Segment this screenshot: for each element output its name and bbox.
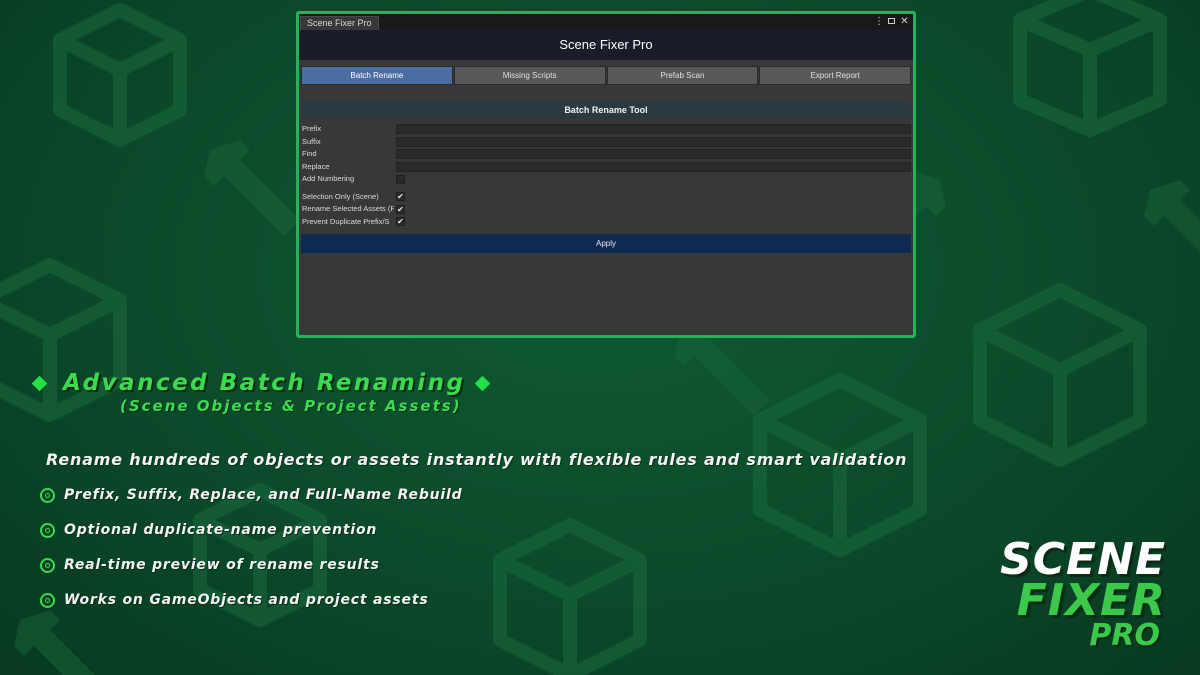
feature-item: Optional duplicate-name prevention bbox=[40, 522, 377, 538]
feature-item: Works on GameObjects and project assets bbox=[40, 592, 428, 608]
maximize-icon[interactable] bbox=[888, 18, 895, 24]
apply-button[interactable]: Apply bbox=[301, 234, 911, 253]
suffix-row: Suffix bbox=[299, 136, 913, 149]
feature-text: Works on GameObjects and project assets bbox=[64, 592, 429, 608]
feature-item: Prefix, Suffix, Replace, and Full-Name R… bbox=[40, 487, 462, 503]
prevent-duplicate-label: Prevent Duplicate Prefix/S bbox=[302, 216, 390, 226]
add-numbering-label: Add Numbering bbox=[302, 174, 355, 183]
suffix-input[interactable] bbox=[396, 136, 911, 147]
target-bullet-icon bbox=[40, 592, 55, 608]
replace-label: Replace bbox=[302, 161, 330, 171]
headline-text: Advanced Batch Renaming bbox=[63, 370, 466, 396]
feature-text: Real-time preview of rename results bbox=[64, 557, 380, 573]
tab-missing-scripts[interactable]: Missing Scripts bbox=[453, 66, 606, 85]
kebab-menu-icon[interactable]: ⋮ bbox=[874, 15, 884, 29]
rename-selected-assets-row: Rename Selected Assets (P ✔ bbox=[299, 203, 913, 216]
feature-text: Prefix, Suffix, Replace, and Full-Name R… bbox=[64, 487, 463, 503]
subheadline: (Scene Objects & Project Assets) bbox=[120, 397, 462, 415]
selection-only-row: Selection Only (Scene) ✔ bbox=[299, 191, 913, 204]
feature-text: Optional duplicate-name prevention bbox=[64, 522, 378, 538]
headline: Advanced Batch Renaming bbox=[31, 370, 491, 396]
suffix-label: Suffix bbox=[302, 136, 321, 146]
target-bullet-icon bbox=[40, 487, 55, 503]
rename-selected-assets-checkbox[interactable]: ✔ bbox=[396, 204, 405, 214]
prevent-duplicate-checkbox[interactable]: ✔ bbox=[396, 217, 405, 226]
add-numbering-checkbox[interactable] bbox=[396, 174, 405, 184]
target-bullet-icon bbox=[40, 557, 55, 573]
prevent-duplicate-row: Prevent Duplicate Prefix/S ✔ bbox=[299, 216, 913, 229]
window-header-title: Scene Fixer Pro bbox=[299, 30, 913, 60]
rename-form: Prefix Suffix Find Replace Add Numbering… bbox=[299, 123, 913, 228]
editor-window: Scene Fixer Pro ⋮ ✕ Scene Fixer Pro Batc… bbox=[296, 11, 916, 338]
section-title: Batch Rename Tool bbox=[301, 101, 911, 119]
window-controls: ⋮ ✕ bbox=[874, 15, 909, 29]
find-label: Find bbox=[302, 149, 317, 158]
prefix-input[interactable] bbox=[396, 124, 911, 134]
feature-item: Real-time preview of rename results bbox=[40, 557, 380, 573]
selection-only-label: Selection Only (Scene) bbox=[302, 191, 379, 201]
diamond-bullet-icon bbox=[475, 375, 491, 391]
tab-batch-rename[interactable]: Batch Rename bbox=[301, 66, 453, 85]
tagline: Rename hundreds of objects or assets ins… bbox=[46, 450, 908, 469]
find-row: Find bbox=[299, 148, 913, 161]
tool-tabs: Batch Rename Missing Scripts Prefab Scan… bbox=[301, 66, 911, 85]
logo-line-fixer: FIXER bbox=[1016, 575, 1166, 626]
add-numbering-row: Add Numbering bbox=[299, 173, 913, 186]
prefix-row: Prefix bbox=[299, 123, 913, 136]
window-titlebar: Scene Fixer Pro ⋮ ✕ bbox=[299, 14, 913, 30]
scene-fixer-pro-logo: SCENE FIXER PRO bbox=[1000, 538, 1166, 651]
selection-only-checkbox[interactable]: ✔ bbox=[396, 192, 405, 201]
replace-row: Replace bbox=[299, 161, 913, 174]
target-bullet-icon bbox=[40, 522, 55, 538]
prefix-label: Prefix bbox=[302, 124, 322, 133]
close-icon[interactable]: ✕ bbox=[900, 15, 909, 29]
tab-prefab-scan[interactable]: Prefab Scan bbox=[606, 66, 759, 85]
replace-input[interactable] bbox=[396, 161, 911, 172]
tab-export-report[interactable]: Export Report bbox=[759, 66, 911, 85]
window-tab[interactable]: Scene Fixer Pro bbox=[300, 16, 379, 30]
find-input[interactable] bbox=[396, 149, 911, 159]
rename-selected-assets-label: Rename Selected Assets (P bbox=[302, 204, 394, 213]
diamond-bullet-icon bbox=[31, 375, 48, 391]
